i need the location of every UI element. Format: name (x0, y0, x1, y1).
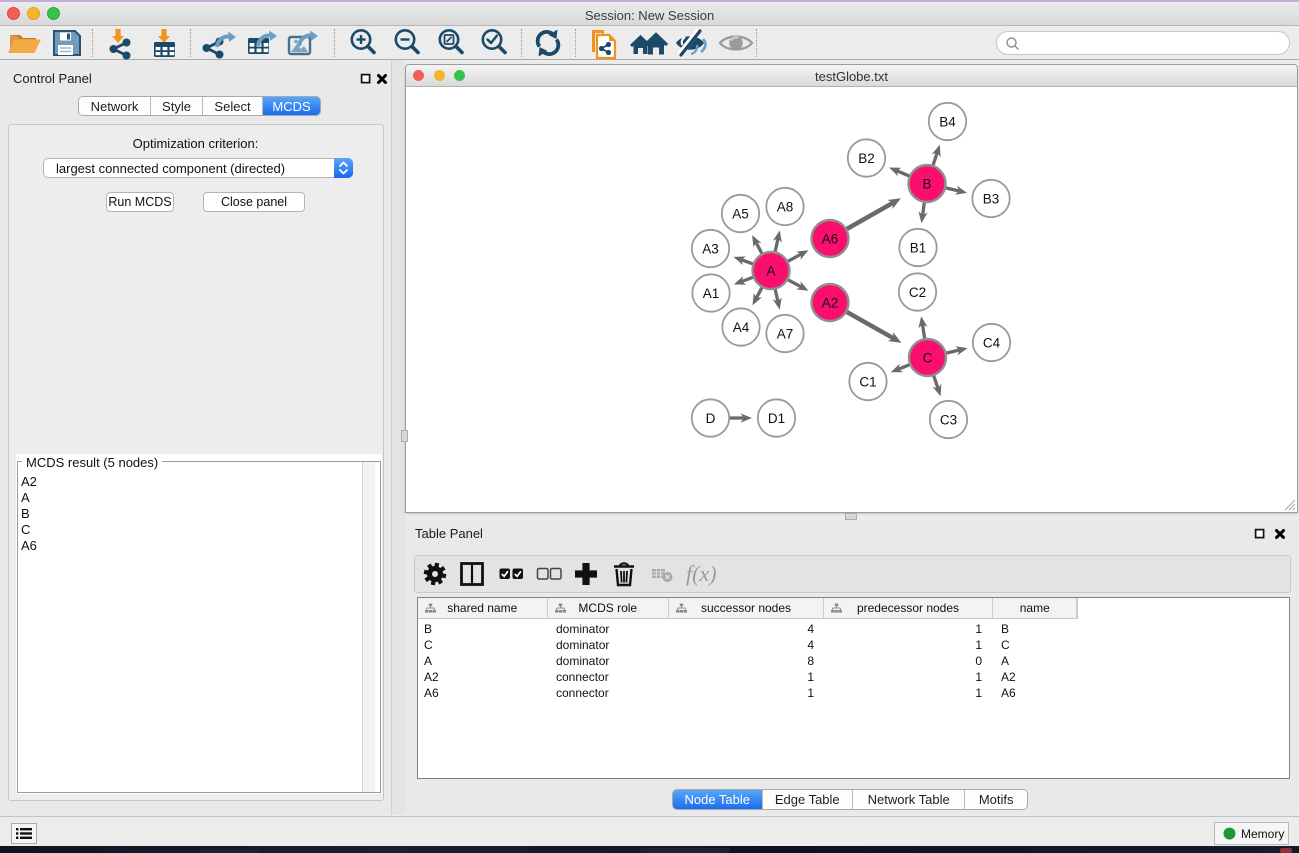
svg-text:A1: A1 (703, 286, 720, 301)
svg-text:A6: A6 (822, 231, 839, 246)
svg-text:C3: C3 (940, 412, 957, 427)
svg-text:B1: B1 (910, 240, 927, 255)
svg-text:A7: A7 (777, 326, 794, 341)
svg-text:D: D (706, 411, 716, 426)
svg-text:A8: A8 (777, 199, 794, 214)
svg-text:f(x): f(x) (686, 561, 717, 586)
svg-text:A2: A2 (822, 295, 839, 310)
svg-text:B: B (922, 176, 931, 191)
svg-text:A3: A3 (702, 241, 719, 256)
svg-text:B4: B4 (939, 114, 956, 129)
svg-text:A4: A4 (733, 320, 750, 335)
svg-text:B3: B3 (983, 191, 1000, 206)
svg-text:C: C (923, 350, 933, 365)
svg-text:B2: B2 (858, 151, 875, 166)
svg-text:C2: C2 (909, 285, 926, 300)
svg-text:A: A (766, 263, 775, 278)
svg-text:D1: D1 (768, 411, 785, 426)
svg-text:C4: C4 (983, 335, 1001, 350)
svg-text:C1: C1 (859, 374, 876, 389)
svg-text:A5: A5 (732, 206, 749, 221)
